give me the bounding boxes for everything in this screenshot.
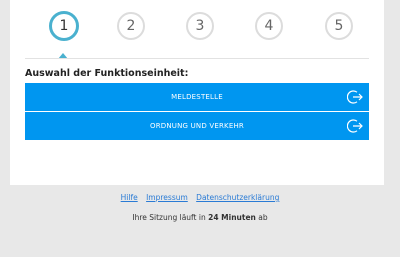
unit-button-label: ORDNUNG UND VERKEHR (149, 122, 244, 130)
logout-arrow-icon (347, 119, 363, 133)
step-1: 1 (49, 11, 79, 41)
help-link[interactable]: Hilfe (121, 193, 138, 202)
step-3: 3 (186, 12, 214, 40)
logout-arrow-icon (347, 90, 363, 104)
section-title: Auswahl der Funktionseinheit: (25, 68, 189, 79)
unit-button-meldestelle[interactable]: MELDESTELLE (25, 83, 369, 111)
impressum-link[interactable]: Impressum (146, 193, 188, 202)
unit-button-ordnung-und-verkehr[interactable]: ORDNUNG UND VERKEHR (25, 112, 369, 140)
step-4: 4 (255, 12, 283, 40)
step-2: 2 (117, 12, 145, 40)
divider (25, 58, 369, 59)
session-time: 24 Minuten (208, 213, 256, 222)
session-suffix: ab (255, 213, 268, 222)
unit-button-label: MELDESTELLE (171, 93, 223, 101)
session-prefix: Ihre Sitzung läuft in (132, 213, 209, 222)
privacy-link[interactable]: Datenschutzerklärung (196, 193, 279, 202)
step-indicator: 1 2 3 4 5 (10, 11, 384, 41)
main-card: 1 2 3 4 5 Auswahl der Funktionseinheit: … (10, 0, 384, 185)
footer-links: Hilfe Impressum Datenschutzerklärung (0, 193, 400, 202)
session-timer: Ihre Sitzung läuft in 24 Minuten ab (0, 213, 400, 222)
step-5: 5 (325, 12, 353, 40)
